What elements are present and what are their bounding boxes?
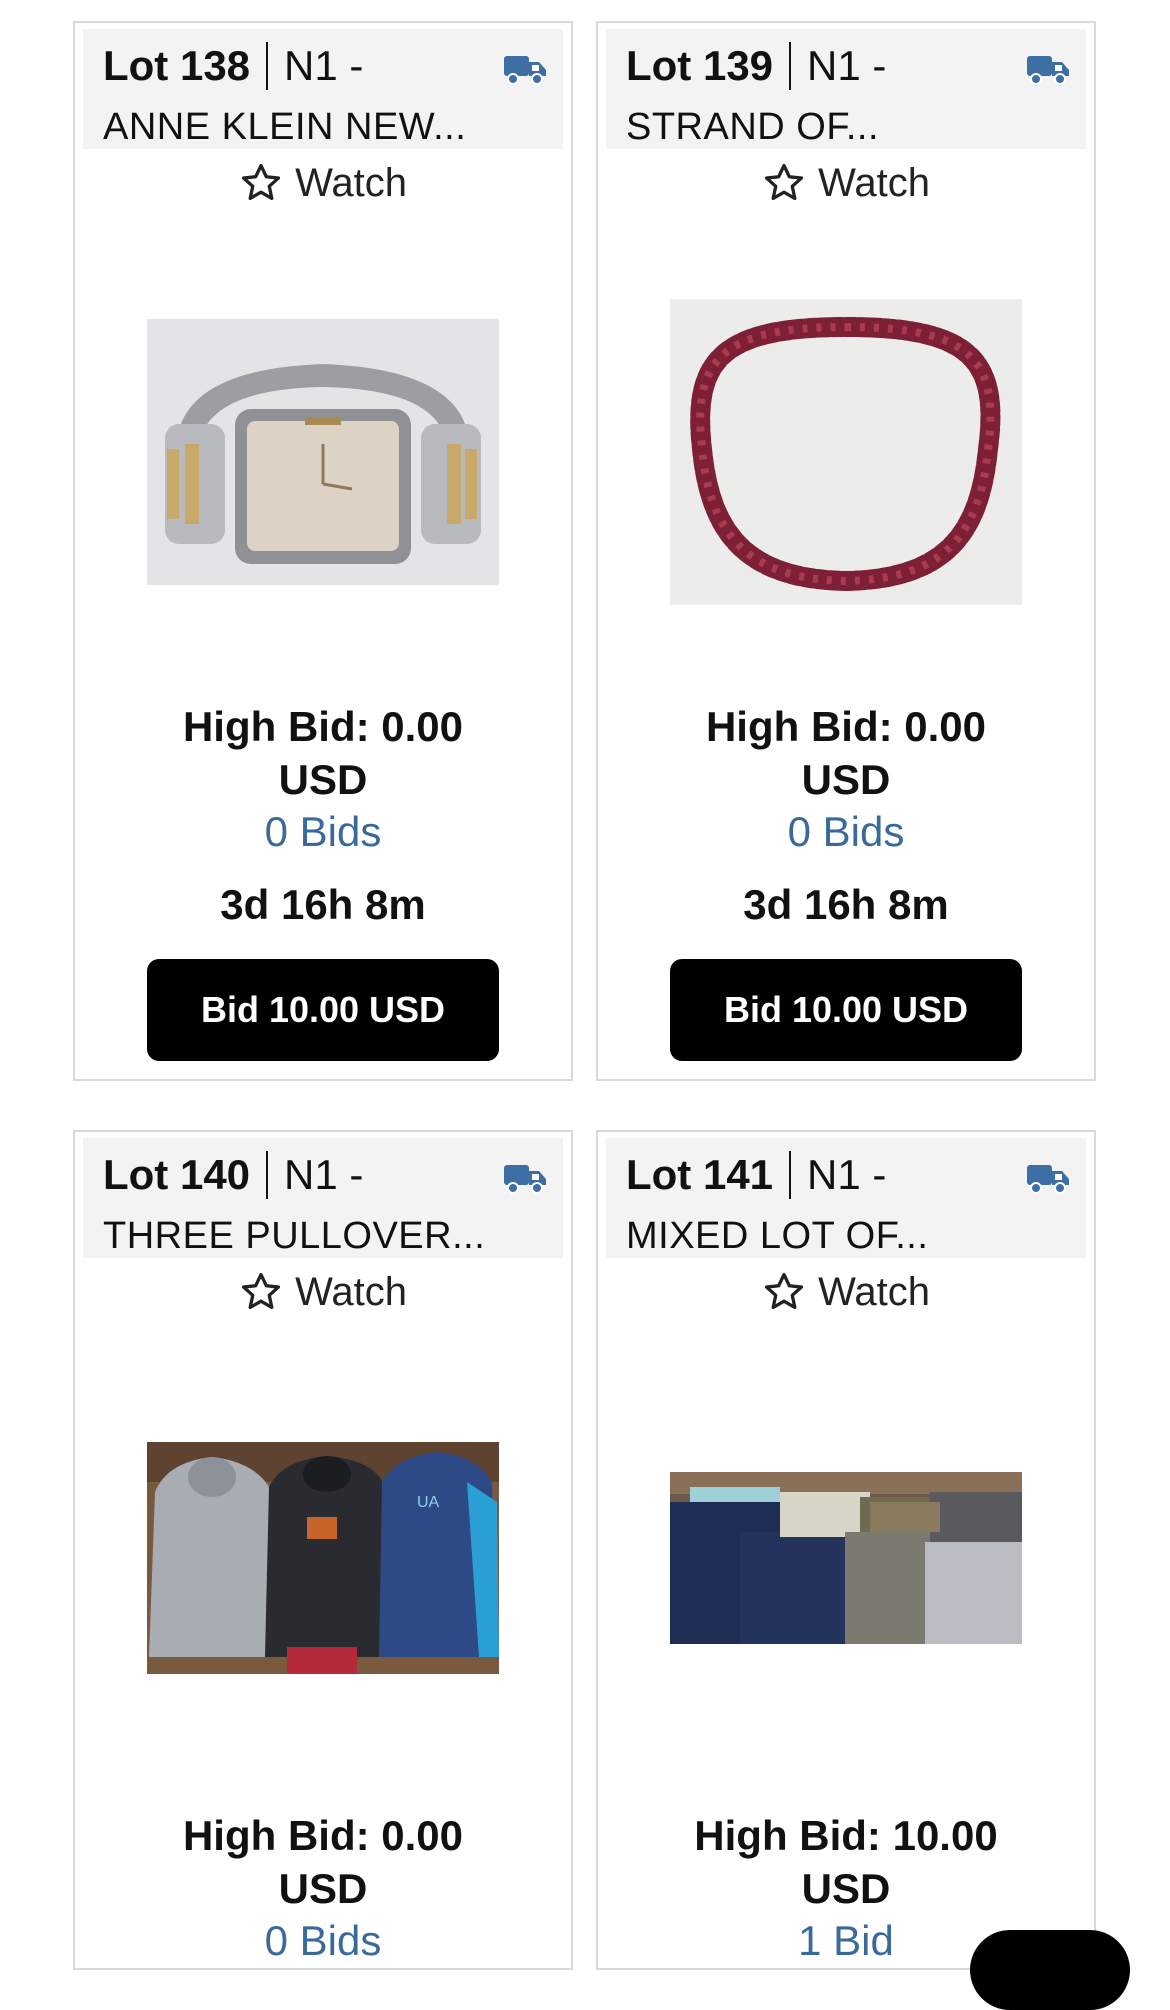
lot-number[interactable]: Lot 139 <box>626 41 773 91</box>
hoodies-photo: UA <box>147 1442 499 1674</box>
time-left: 3d 16h 8m <box>743 881 949 928</box>
high-bid: High Bid: 0.00 <box>182 703 464 750</box>
lot-code: N1 - <box>807 42 887 89</box>
lot-image[interactable] <box>670 299 1022 605</box>
truck-icon <box>504 56 546 85</box>
high-bid: High Bid: 0.00 <box>705 703 987 750</box>
divider <box>266 1151 269 1199</box>
truck-icon <box>1027 1165 1069 1194</box>
lot-image[interactable] <box>147 319 499 585</box>
star-outline-icon <box>764 163 804 201</box>
bid-count-link[interactable]: 0 Bids <box>598 805 1094 858</box>
lot-title[interactable]: MIXED LOT OF... <box>626 1212 1066 1260</box>
divider <box>266 42 269 90</box>
chat-button[interactable] <box>970 1930 1130 2010</box>
watch-label: Watch <box>818 1269 930 1314</box>
bid-count-link[interactable]: 0 Bids <box>75 1914 571 1967</box>
bid-button[interactable]: Bid 10.00 USD <box>147 959 499 1061</box>
lot-image[interactable]: UA <box>147 1442 499 1674</box>
svg-text:UA: UA <box>417 1494 440 1511</box>
lot-title[interactable]: THREE PULLOVER... <box>103 1212 543 1260</box>
lot-card[interactable]: Lot 140 N1 - THREE PULLOVER... Watch UA … <box>73 1130 573 1970</box>
lot-header: Lot 141 N1 - MIXED LOT OF... <box>606 1138 1086 1258</box>
lot-code: N1 - <box>284 42 364 89</box>
time-left: 3d 16h 8m <box>220 881 426 928</box>
watch-label: Watch <box>818 160 930 205</box>
star-outline-icon <box>241 1272 281 1310</box>
lot-card[interactable]: Lot 138 N1 - ANNE KLEIN NEW... Watch Hig… <box>73 21 573 1081</box>
necklace-photo <box>670 299 1022 605</box>
watch-button[interactable]: Watch <box>598 1264 1094 1320</box>
high-bid-currency: USD <box>278 1865 368 1912</box>
star-outline-icon <box>764 1272 804 1310</box>
truck-icon <box>1027 56 1069 85</box>
bid-count-link[interactable]: 0 Bids <box>75 805 571 858</box>
watch-button[interactable]: Watch <box>75 1264 571 1320</box>
lot-header: Lot 139 N1 - STRAND OF... <box>606 29 1086 149</box>
lot-image[interactable] <box>670 1472 1022 1644</box>
lot-card[interactable]: Lot 141 N1 - MIXED LOT OF... Watch High … <box>596 1130 1096 1970</box>
shorts-photo <box>670 1472 1022 1644</box>
watch-button[interactable]: Watch <box>75 155 571 211</box>
star-outline-icon <box>241 163 281 201</box>
bid-button[interactable]: Bid 10.00 USD <box>670 959 1022 1061</box>
high-bid-currency: USD <box>801 756 891 803</box>
high-bid-currency: USD <box>278 756 368 803</box>
watch-button[interactable]: Watch <box>598 155 1094 211</box>
high-bid-currency: USD <box>801 1865 891 1912</box>
lot-header: Lot 140 N1 - THREE PULLOVER... <box>83 1138 563 1258</box>
lot-code: N1 - <box>807 1151 887 1198</box>
watch-label: Watch <box>295 160 407 205</box>
lot-code: N1 - <box>284 1151 364 1198</box>
watch-label: Watch <box>295 1269 407 1314</box>
watch-photo <box>147 319 499 585</box>
lot-number[interactable]: Lot 140 <box>103 1150 250 1200</box>
lot-number[interactable]: Lot 138 <box>103 41 250 91</box>
lot-title[interactable]: STRAND OF... <box>626 103 1066 151</box>
high-bid: High Bid: 0.00 <box>182 1812 464 1859</box>
lot-header: Lot 138 N1 - ANNE KLEIN NEW... <box>83 29 563 149</box>
lot-card[interactable]: Lot 139 N1 - STRAND OF... Watch High Bid… <box>596 21 1096 1081</box>
truck-icon <box>504 1165 546 1194</box>
divider <box>789 42 792 90</box>
divider <box>789 1151 792 1199</box>
high-bid: High Bid: 10.00 <box>694 1812 998 1859</box>
lot-number[interactable]: Lot 141 <box>626 1150 773 1200</box>
lot-title[interactable]: ANNE KLEIN NEW... <box>103 103 543 151</box>
